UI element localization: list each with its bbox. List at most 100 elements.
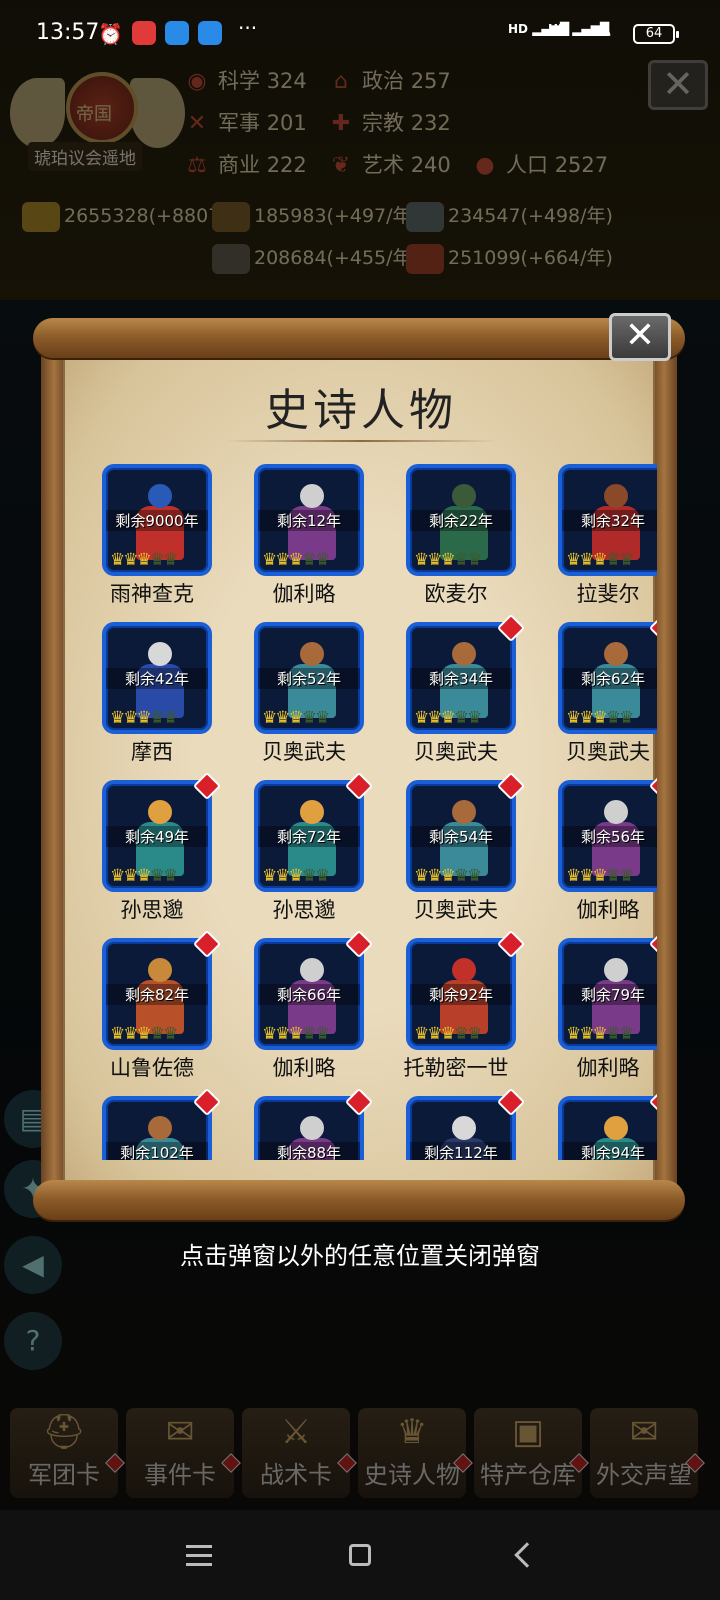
character-portrait[interactable]: 剩余82年 ♛♛♛♛♛ xyxy=(102,938,212,1050)
crown-icon: ♛ xyxy=(163,866,178,886)
figure-head xyxy=(300,958,324,982)
art-icon: ❦ xyxy=(331,153,351,178)
character-card[interactable]: 剩余56年 ♛♛♛♛♛ 伽利略 xyxy=(533,771,657,932)
crown-icon: ♛ xyxy=(467,1024,482,1044)
crown-icon: ♛ xyxy=(592,866,608,886)
crown-icon: ♛ xyxy=(149,708,165,728)
character-name: 伽利略 xyxy=(576,898,640,922)
character-portrait[interactable]: 剩余62年 ♛♛♛♛♛ xyxy=(558,622,657,734)
figure-head xyxy=(452,958,476,982)
character-portrait[interactable]: 剩余22年 ♛♛♛♛♛ xyxy=(406,464,516,576)
crown-icon: ♛ xyxy=(149,550,165,570)
menu-label: 史诗人物 xyxy=(364,1461,460,1489)
menu-legion-cards[interactable]: ⛑ 军团卡 xyxy=(10,1408,125,1498)
menu-icon[interactable] xyxy=(186,1545,212,1567)
character-portrait[interactable]: 剩余34年 ♛♛♛♛♛ xyxy=(406,622,516,734)
crown-icon: ♛ xyxy=(467,550,482,570)
star-rating-crowns: ♛♛♛♛♛ xyxy=(414,708,510,728)
crown-icon: ♛ xyxy=(566,708,581,728)
character-grid[interactable]: 剩余9000年 ♛♛♛♛♛ 雨神查克 剩余12年 ♛♛♛♛♛ 伽利略 剩余22年 ♛♛♛♛♛ 欧… xyxy=(65,464,657,1160)
emblem-wing-left xyxy=(10,78,65,148)
character-card[interactable]: 剩余12年 ♛♛♛♛♛ 伽利略 xyxy=(229,464,379,616)
home-icon[interactable] xyxy=(349,1544,371,1566)
crown-icon: ♛ xyxy=(579,866,594,886)
crown-icon: ♛ xyxy=(136,1024,152,1044)
character-card[interactable]: 剩余62年 ♛♛♛♛♛ 贝奥武夫 xyxy=(533,613,657,774)
crown-icon: ♛ xyxy=(605,550,621,570)
character-portrait[interactable]: 剩余66年 ♛♛♛♛♛ xyxy=(254,938,364,1050)
gold-icon xyxy=(22,201,60,232)
character-portrait[interactable]: 剩余92年 ♛♛♛♛♛ xyxy=(406,938,516,1050)
character-portrait[interactable]: 剩余79年 ♛♛♛♛♛ xyxy=(558,938,657,1050)
character-portrait[interactable]: 剩余42年 ♛♛♛♛♛ xyxy=(102,622,212,734)
alarm-icon: ⏰ xyxy=(98,22,123,46)
crown-icon: ♛ xyxy=(136,866,152,886)
crown-icon: ♛ xyxy=(619,708,634,728)
menu-tactic-cards[interactable]: ⚔ 战术卡 xyxy=(242,1408,357,1498)
resource-value: 208684(+455/年 xyxy=(254,247,412,269)
remaining-years: 剩余88年 xyxy=(258,1142,360,1160)
character-portrait[interactable]: 剩余56年 ♛♛♛♛♛ xyxy=(558,780,657,892)
figure-head xyxy=(148,642,172,666)
character-card[interactable]: 剩余112年♛♛♛♛♛ xyxy=(381,1087,531,1160)
stat-value: 2527 xyxy=(554,153,609,177)
menu-label: 军团卡 xyxy=(28,1461,100,1489)
remaining-years: 剩余42年 xyxy=(106,668,208,689)
character-card[interactable]: 剩余88年♛♛♛♛♛ xyxy=(229,1087,379,1160)
character-card[interactable]: 剩余82年 ♛♛♛♛♛ 山鲁佐德 xyxy=(77,929,227,1090)
character-card[interactable]: 剩余42年 ♛♛♛♛♛ 摩西 xyxy=(77,622,227,774)
crown-icon: ♛ xyxy=(619,866,634,886)
back-icon[interactable] xyxy=(514,1542,540,1568)
character-portrait[interactable]: 剩余9000年 ♛♛♛♛♛ xyxy=(102,464,212,576)
character-card[interactable]: 剩余66年 ♛♛♛♛♛ 伽利略 xyxy=(229,929,379,1090)
character-card[interactable]: 剩余54年 ♛♛♛♛♛ 贝奥武夫 xyxy=(381,771,531,932)
character-card[interactable]: 剩余72年 ♛♛♛♛♛ 孙思邈 xyxy=(229,771,379,932)
crown-icon: ♛ xyxy=(440,1024,456,1044)
character-card[interactable]: 剩余49年 ♛♛♛♛♛ 孙思邈 xyxy=(77,771,227,932)
crown-icon: ♛ xyxy=(275,866,290,886)
character-card[interactable]: 剩余92年 ♛♛♛♛♛ 托勒密一世 xyxy=(381,929,531,1090)
star-rating-crowns: ♛♛♛♛♛ xyxy=(566,1024,657,1044)
character-card[interactable]: 剩余32年 ♛♛♛♛♛ 拉斐尔 xyxy=(533,464,657,616)
character-portrait[interactable]: 剩余49年 ♛♛♛♛♛ xyxy=(102,780,212,892)
crown-icon: ♛ xyxy=(605,1024,621,1044)
figure-head xyxy=(452,1116,476,1140)
character-portrait[interactable]: 剩余12年 ♛♛♛♛♛ xyxy=(254,464,364,576)
resource-value: 251099(+664/年) xyxy=(448,247,613,269)
character-portrait[interactable]: 剩余32年 ♛♛♛♛♛ xyxy=(558,464,657,576)
crown-icon: ♛ xyxy=(315,1024,330,1044)
bottom-menu: ⛑ 军团卡 ✉ 事件卡 ⚔ 战术卡 ♛ 史诗人物 ▣ 特产仓库 ✉ 外交声望 xyxy=(8,1398,720,1508)
stat-value: 201 xyxy=(266,111,307,135)
menu-epic-figures[interactable]: ♛ 史诗人物 xyxy=(358,1408,473,1498)
crown-icon: ♛ xyxy=(440,866,456,886)
empire-name: 帝国 xyxy=(76,104,112,125)
character-name: 摩西 xyxy=(131,740,173,764)
menu-specialty-warehouse[interactable]: ▣ 特产仓库 xyxy=(474,1408,589,1498)
remaining-years: 剩余66年 xyxy=(258,984,360,1005)
character-card[interactable]: 剩余102年♛♛♛♛♛ xyxy=(77,1087,227,1160)
close-dialog-icon[interactable]: ✕ xyxy=(609,313,671,361)
star-rating-crowns: ♛♛♛♛♛ xyxy=(110,550,206,570)
character-card[interactable]: 剩余79年 ♛♛♛♛♛ 伽利略 xyxy=(533,929,657,1090)
help-icon[interactable]: ? xyxy=(4,1312,62,1370)
scroll-paper: 史诗人物 剩余9000年 ♛♛♛♛♛ 雨神查克 剩余12年 ♛♛♛♛♛ 伽利略 剩余22年 ♛… xyxy=(63,346,657,1194)
stat-value: 240 xyxy=(410,153,451,177)
character-portrait[interactable]: 剩余94年♛♛♛♛♛ xyxy=(558,1096,657,1160)
character-card[interactable]: 剩余9000年 ♛♛♛♛♛ 雨神查克 xyxy=(77,464,227,616)
remaining-years: 剩余34年 xyxy=(410,668,512,689)
character-card[interactable]: 剩余34年 ♛♛♛♛♛ 贝奥武夫 xyxy=(381,613,531,774)
science-icon: ◉ xyxy=(187,69,207,94)
empire-emblem[interactable]: 帝国 琥珀议会遥地 xyxy=(10,60,185,180)
character-portrait[interactable]: 剩余54年 ♛♛♛♛♛ xyxy=(406,780,516,892)
character-portrait[interactable]: 剩余52年 ♛♛♛♛♛ xyxy=(254,622,364,734)
character-card[interactable]: 剩余94年♛♛♛♛♛ xyxy=(533,1087,657,1160)
figure-head xyxy=(148,800,172,824)
character-portrait[interactable]: 剩余72年 ♛♛♛♛♛ xyxy=(254,780,364,892)
menu-diplomatic-prestige[interactable]: ✉ 外交声望 xyxy=(590,1408,705,1498)
character-name: 伽利略 xyxy=(272,1056,336,1080)
character-card[interactable]: 剩余22年 ♛♛♛♛♛ 欧麦尔 xyxy=(381,464,531,616)
more-icon: ··· xyxy=(238,16,258,40)
character-card[interactable]: 剩余52年 ♛♛♛♛♛ 贝奥武夫 xyxy=(229,622,379,774)
close-hint: 点击弹窗以外的任意位置关闭弹窗 xyxy=(180,1242,540,1270)
menu-event-cards[interactable]: ✉ 事件卡 xyxy=(126,1408,241,1498)
